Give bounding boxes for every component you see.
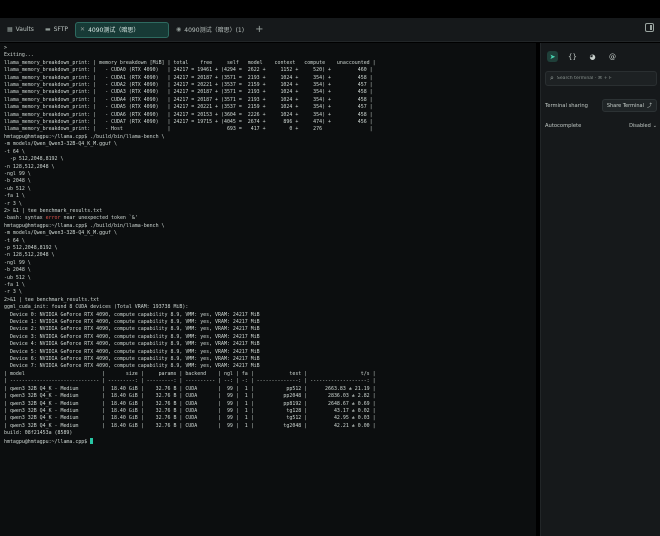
terminal-line: | model | size | params | backend | ngl … — [4, 370, 376, 377]
terminal-line: | qwen3 32B Q4_K - Medium | 18.40 GiB | … — [4, 415, 376, 422]
terminal-line: -r 3 \ — [4, 200, 22, 207]
tab-label: SFTP — [53, 26, 69, 33]
search-icon: ⌕ — [550, 74, 554, 82]
share-icon: ⤴ — [646, 103, 652, 109]
terminal-line: | qwen3 32B Q4_K - Medium | 18.40 GiB | … — [4, 393, 376, 400]
terminal-line: Device 3: NVIDIA GeForce RTX 4090, compu… — [4, 333, 260, 340]
terminal-icon: ◉ — [176, 26, 182, 33]
autocomplete-value: Disabled — [629, 123, 651, 129]
sidebar-toggle-icon[interactable] — [645, 23, 654, 32]
terminal-line: Device 5: NVIDIA GeForce RTX 4090, compu… — [4, 348, 260, 355]
tab-bar: ▦ Vaults ▬ SFTP ✕ 4090测试（暗思） ◉ 4090测试（暗思… — [0, 18, 660, 42]
terminal-line: Device 1: NVIDIA GeForce RTX 4090, compu… — [4, 319, 260, 326]
terminal-line: Device 7: NVIDIA GeForce RTX 4090, compu… — [4, 363, 260, 370]
terminal-line: llama_memory_breakdown_print: | - CUDA4 … — [4, 96, 373, 103]
title-bar — [0, 0, 660, 18]
autocomplete-dropdown[interactable]: Disabled ⌄ — [629, 123, 657, 129]
terminal-line: 2> &1 | tee benchmark_results.txt — [4, 207, 103, 214]
tab-label: 4090测试（暗思）(1) — [184, 27, 245, 34]
terminal-line: -p 512,2048,8192 \ — [4, 244, 58, 251]
terminal-line: hmtagpu@hmtagpu:~/llama.cpp$ — [4, 437, 532, 446]
tab-sftp[interactable]: ▬ SFTP — [41, 22, 72, 38]
tab-vaults[interactable]: ▦ Vaults — [3, 22, 38, 38]
terminal-line: -n 128,512,2048 \ — [4, 163, 55, 170]
terminal-line: | qwen3 32B Q4_K - Medium | 18.40 GiB | … — [4, 385, 376, 392]
terminal-line: llama_memory_breakdown_print: | - CUDA3 … — [4, 89, 373, 96]
terminal-line: ggml_cuda_init: found 8 CUDA devices (To… — [4, 304, 189, 311]
terminal-line: | qwen3 32B Q4_K - Medium | 18.40 GiB | … — [4, 400, 376, 407]
send-icon[interactable]: ➤ — [547, 51, 558, 62]
vault-icon: ▦ — [7, 26, 13, 33]
terminal-line: Exiting... — [4, 52, 34, 59]
terminal-line: llama_memory_breakdown_print: | - CUDA6 … — [4, 111, 373, 118]
terminal-line: llama_memory_breakdown_print: | - CUDA7 … — [4, 119, 373, 126]
terminal-line: -ub 512 \ — [4, 274, 31, 281]
terminal-line: llama_memory_breakdown_print: | - CUDA2 … — [4, 82, 373, 89]
terminal-line: -fa 1 \ — [4, 193, 25, 200]
close-icon[interactable]: ✕ — [80, 26, 85, 33]
terminal-line: -t 64 \ — [4, 148, 25, 155]
terminal-line: 2>&1 | tee benchmark_results.txt — [4, 296, 100, 303]
terminal-line: llama_memory_breakdown_print: | - CUDA5 … — [4, 104, 373, 111]
terminal-line: -bash: syntax error near unexpected toke… — [4, 215, 138, 222]
tab-label: 4090测试（暗思） — [88, 27, 140, 34]
sharing-label: Terminal sharing — [545, 102, 588, 109]
terminal-line: Device 0: NVIDIA GeForce RTX 4090, compu… — [4, 311, 260, 318]
terminal-line: llama_memory_breakdown_print: | - Host |… — [4, 126, 373, 133]
chevron-down-icon: ⌄ — [652, 123, 657, 129]
error-text: error — [45, 215, 61, 222]
panel-toolbar: ➤ {} ◕ @ — [541, 43, 660, 62]
terminal-line: llama_memory_breakdown_print: | - CUDA0 … — [4, 67, 373, 74]
terminal-line: -fa 1 \ — [4, 282, 25, 288]
terminal-line: llama_memory_breakdown_print: | memory b… — [4, 59, 376, 66]
side-panel: ➤ {} ◕ @ ⌕ Terminal sharing Share Termin… — [540, 43, 660, 536]
new-tab-button[interactable]: + — [251, 24, 267, 35]
terminal-line: | ------------------------------ | -----… — [4, 378, 376, 385]
terminal-search: ⌕ — [545, 71, 657, 86]
terminal-line: build: 08f21453a (8589) — [4, 430, 73, 437]
terminal-line: -p 512,2048,8192 \ — [4, 156, 64, 163]
terminal-line: Device 6: NVIDIA GeForce RTX 4090, compu… — [4, 356, 260, 363]
terminal-line: -b 2048 \ — [4, 178, 31, 185]
terminal-sharing-row: Terminal sharing Share Terminal ⤴ — [545, 99, 657, 112]
terminal-output[interactable]: > Exiting... llama_memory_breakdown_print:… — [0, 43, 536, 536]
autocomplete-label: Autocomplete — [545, 123, 582, 129]
tab-label: Vaults — [15, 26, 34, 33]
terminal-line: -ngl 99 \ — [4, 259, 31, 266]
share-button-label: Share Terminal — [606, 102, 644, 109]
terminal-line: -ub 512 \ — [4, 185, 31, 192]
terminal-line: llama_memory_breakdown_print: | - CUDA1 … — [4, 74, 373, 81]
palette-icon[interactable]: ◕ — [587, 51, 598, 62]
terminal-line: hmtagpu@hmtagpu:~/llama.cpp$ ./build/bin… — [4, 133, 165, 140]
terminal-line: -m models/Qwen_Qwen3-32B-Q4_K_M.gguf \ — [4, 141, 117, 148]
folder-icon: ▬ — [44, 26, 51, 33]
terminal-line: Device 2: NVIDIA GeForce RTX 4090, compu… — [4, 326, 260, 333]
terminal-line: -ngl 99 \ — [4, 170, 31, 177]
terminal-line: > — [4, 45, 7, 51]
braces-icon[interactable]: {} — [567, 51, 578, 62]
terminal-line: -r 3 \ — [4, 289, 22, 296]
terminal-line: | qwen3 32B Q4_K - Medium | 18.40 GiB | … — [4, 407, 376, 414]
autocomplete-row: Autocomplete Disabled ⌄ — [545, 123, 657, 129]
tab-4090-active[interactable]: ✕ 4090测试（暗思） — [75, 21, 170, 38]
terminal-line: -t 64 \ — [4, 237, 25, 244]
search-input[interactable] — [556, 76, 653, 81]
terminal-line: hmtagpu@hmtagpu:~/llama.cpp$ ./build/bin… — [4, 222, 165, 229]
terminal-line: | qwen3 32B Q4_K - Medium | 18.40 GiB | … — [4, 422, 376, 429]
terminal-line: -n 128,512,2048 \ — [4, 252, 55, 259]
terminal-cursor — [90, 437, 94, 444]
share-terminal-button[interactable]: Share Terminal ⤴ — [601, 99, 657, 112]
terminal-line: -b 2048 \ — [4, 267, 31, 274]
terminal-line: -m models/Qwen_Qwen3-32B-Q4_K_M.gguf \ — [4, 230, 117, 237]
terminal-line: Device 4: NVIDIA GeForce RTX 4090, compu… — [4, 341, 260, 348]
tab-4090-second[interactable]: ◉ 4090测试（暗思）(1) — [172, 22, 248, 38]
at-icon[interactable]: @ — [607, 51, 618, 62]
